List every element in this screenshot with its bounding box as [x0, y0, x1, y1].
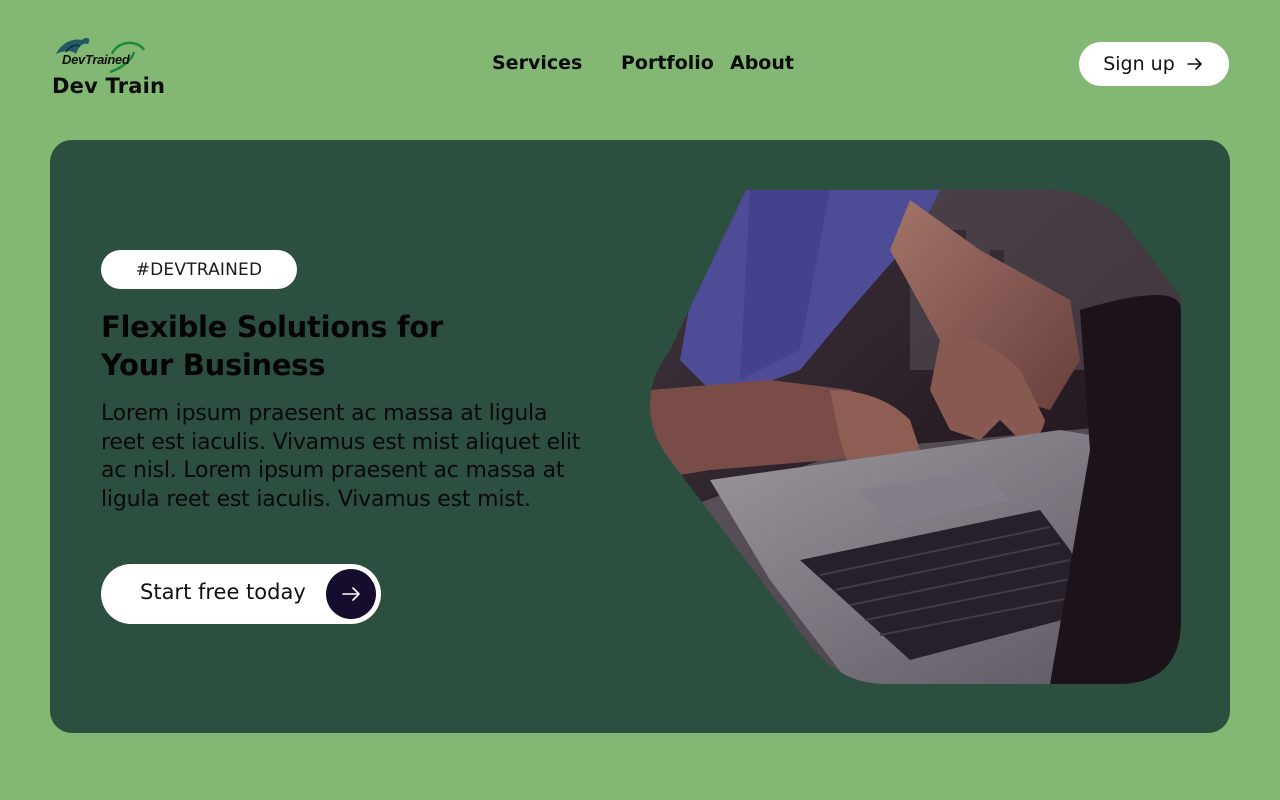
arrow-right-icon [1186, 58, 1202, 70]
cta-label: Start free today [140, 580, 306, 604]
laptop-photo-illustration [650, 190, 1181, 684]
hero-headline: Flexible Solutions for Your Business [101, 308, 521, 384]
signup-label: Sign up [1103, 53, 1175, 75]
signup-button[interactable]: Sign up [1079, 42, 1229, 86]
nav-item-services[interactable]: Services [492, 52, 582, 74]
hashtag-badge: #DEVTRAINED [101, 250, 297, 289]
headline-line-2: Your Business [101, 348, 326, 382]
cta-arrow-circle [326, 569, 376, 619]
start-free-button[interactable]: Start free today [101, 564, 381, 624]
nav-item-about[interactable]: About [730, 52, 794, 74]
hero-card: #DEVTRAINED Flexible Solutions for Your … [50, 140, 1230, 733]
laptop-typing-image [650, 190, 1181, 684]
nav-item-portfolio[interactable]: Portfolio [621, 52, 714, 74]
arrow-right-icon [342, 587, 360, 601]
hero-description: Lorem ipsum praesent ac massa at ligula … [101, 401, 581, 512]
headline-line-1: Flexible Solutions for [101, 310, 443, 344]
